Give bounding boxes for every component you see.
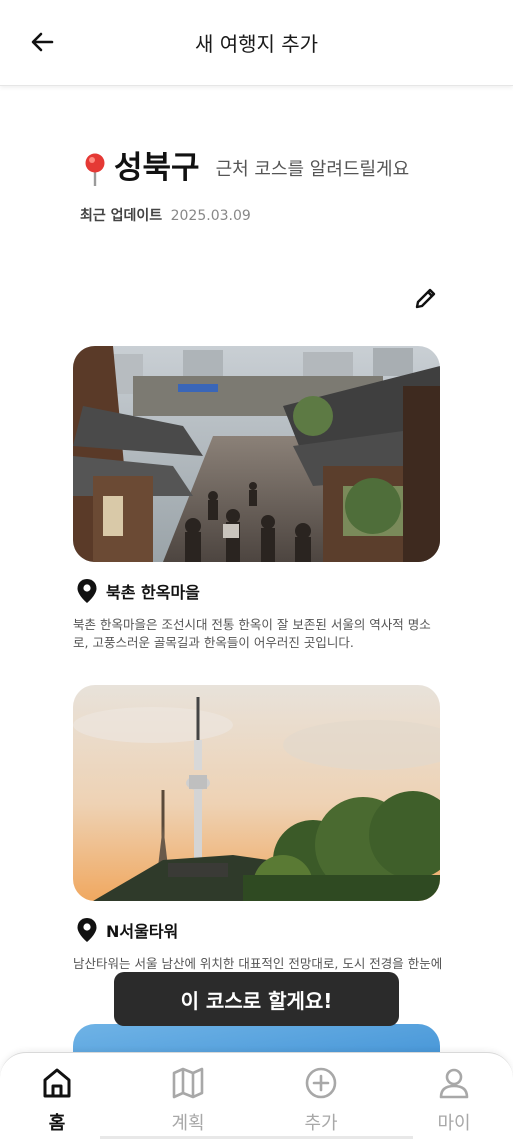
region-heading: 성북구 근처 코스를 알려드릴게요 [80,148,409,188]
region-name: 성북구 [114,150,200,186]
location-pin-icon [77,918,97,942]
home-icon [43,1068,71,1098]
map-icon [172,1067,204,1099]
pencil-icon[interactable] [413,285,439,311]
tab-home[interactable]: 홈 [17,1065,97,1135]
plus-circle-icon [305,1067,337,1099]
tab-plan[interactable]: 계획 [148,1065,228,1135]
updated-label: 최근 업데이트 [80,208,163,224]
place-name: 북촌 한옥마을 [106,583,200,602]
place-image-bukchon[interactable] [73,346,440,562]
app-header: 새 여행지 추가 [0,0,513,86]
page-title: 새 여행지 추가 [194,32,319,56]
place-image-nseoultower[interactable] [73,685,440,901]
confirm-course-button[interactable]: 이 코스로 할게요! [114,972,399,1026]
tab-label: 계획 [171,1113,205,1134]
location-pin-icon [77,579,97,603]
place-description: 남산타워는 서울 남산에 위치한 대표적인 전망대로, 도시 전경을 한눈에 [73,956,443,971]
place-description: 북촌 한옥마을은 조선시대 전통 한옥이 잘 보존된 서울의 역사적 명소로, … [73,617,431,650]
place-title-row: N서울타워 [76,917,178,943]
region-subtitle: 근처 코스를 알려드릴게요 [215,159,410,180]
tab-label: 추가 [304,1113,338,1134]
tab-my[interactable]: 마이 [414,1065,494,1135]
bottom-tab-bar: 홈 계획 추가 마이 [0,1052,513,1139]
red-pin-icon [85,153,105,186]
place-title-row: 북촌 한옥마을 [76,578,200,604]
last-updated: 최근 업데이트 2025.03.09 [80,205,251,225]
tab-add[interactable]: 추가 [281,1065,361,1135]
tab-label: 마이 [437,1113,471,1134]
updated-date: 2025.03.09 [170,208,251,224]
place-name: N서울타워 [106,922,179,941]
tab-label: 홈 [48,1113,66,1134]
user-icon [439,1068,469,1099]
